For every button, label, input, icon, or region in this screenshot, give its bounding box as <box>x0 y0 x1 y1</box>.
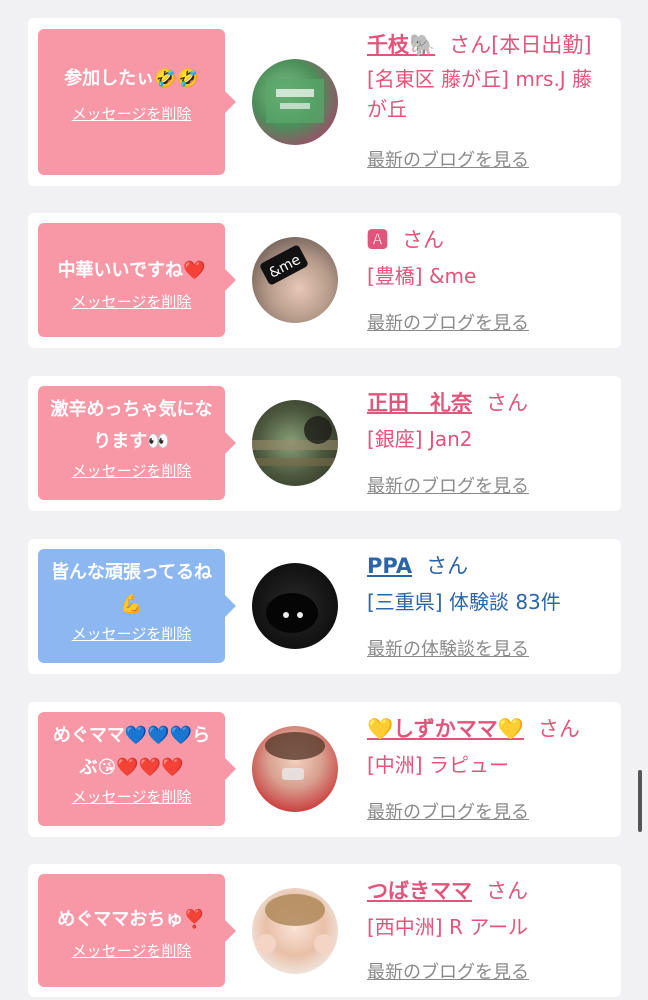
girl-name-link[interactable]: 正田 礼奈 <box>367 391 472 415</box>
message-text: 激辛めっちゃ気になります👀 <box>50 399 213 452</box>
message-bubble: めぐママおちゅ❣️ メッセージを削除 <box>38 874 236 987</box>
delete-message-link[interactable]: メッセージを削除 <box>72 460 192 481</box>
girl-name-link[interactable]: PPA <box>367 554 412 578</box>
message-bubble: めぐママ💙💙💙らぶ😘❤️❤️❤️ メッセージを削除 <box>38 712 236 826</box>
avatar-image <box>266 79 324 123</box>
delete-message-link[interactable]: メッセージを削除 <box>72 940 192 961</box>
avatar-image <box>256 894 334 954</box>
message-text: めぐママ💙💙💙らぶ😘❤️❤️❤️ <box>52 725 211 778</box>
latest-blog-link[interactable]: 最新のブログを見る <box>367 309 529 335</box>
shop-location: [西中洲] R アール <box>367 915 529 939</box>
shop-location: [名東区 藤が丘] mrs.J 藤が丘 <box>367 67 593 121</box>
message-text: 中華いいですね❤️ <box>57 260 206 281</box>
avatar-image <box>265 732 325 780</box>
message-bubble: 皆んな頑張ってるね💪 メッセージを削除 <box>38 549 236 663</box>
shop-location: [三重県] 体験談 83件 <box>367 590 561 614</box>
message-card: 参加したぃ🤣🤣 メッセージを削除 千枝🐘 さん[本日出勤] [名東区 藤が丘] m… <box>28 18 621 186</box>
san-label: さん[本日出勤] <box>449 33 592 57</box>
san-label: さん <box>402 228 444 252</box>
avatar[interactable] <box>252 888 338 974</box>
shop-info: PPA さん [三重県] 体験談 83件 <box>367 551 611 617</box>
shop-info: つばきママ さん [西中洲] R アール <box>367 876 611 942</box>
san-label: さん <box>486 391 528 415</box>
latest-blog-link[interactable]: 最新のブログを見る <box>367 146 529 172</box>
latest-blog-link[interactable]: 最新のブログを見る <box>367 798 529 824</box>
san-label: さん <box>537 717 580 741</box>
latest-blog-link[interactable]: 最新のブログを見る <box>367 958 529 984</box>
shop-info: 正田 礼奈 さん [銀座] Jan2 <box>367 388 611 454</box>
avatar[interactable] <box>252 400 338 486</box>
latest-blog-link[interactable]: 最新のブログを見る <box>367 472 529 498</box>
avatar[interactable]: &me <box>252 237 338 323</box>
delete-message-link[interactable]: メッセージを削除 <box>72 786 192 807</box>
avatar-image: &me <box>260 245 308 285</box>
avatar-image <box>266 593 318 633</box>
scrollbar[interactable] <box>638 770 642 832</box>
message-card: 激辛めっちゃ気になります👀 メッセージを削除 正田 礼奈 さん [銀座] Jan2… <box>28 376 621 511</box>
delete-message-link[interactable]: メッセージを削除 <box>72 103 192 124</box>
message-card: 中華いいですね❤️ メッセージを削除 &me 🅰 さん [豊橋] &me 最新のブ… <box>28 213 621 348</box>
avatar[interactable] <box>252 726 338 812</box>
message-text: 皆んな頑張ってるね💪 <box>50 562 213 615</box>
message-card: めぐママおちゅ❣️ メッセージを削除 つばきママ さん [西中洲] R アール 最… <box>28 864 621 997</box>
girl-name-link[interactable]: 千枝🐘 <box>367 33 435 57</box>
girl-name-link[interactable]: 🅰 <box>367 228 388 252</box>
shop-location: [豊橋] &me <box>367 264 477 288</box>
delete-message-link[interactable]: メッセージを削除 <box>72 291 192 312</box>
latest-reviews-link[interactable]: 最新の体験談を見る <box>367 635 529 661</box>
shop-info: 💛しずかママ💛 さん [中洲] ラピュー <box>367 714 611 780</box>
shop-location: [銀座] Jan2 <box>367 427 473 451</box>
message-text: めぐママおちゅ❣️ <box>57 909 206 930</box>
san-label: さん <box>426 554 469 578</box>
message-card: 皆んな頑張ってるね💪 メッセージを削除 PPA さん [三重県] 体験談 83件 … <box>28 539 621 674</box>
avatar-image <box>252 416 338 466</box>
avatar[interactable] <box>252 563 338 649</box>
san-label: さん <box>486 879 528 903</box>
message-bubble: 激辛めっちゃ気になります👀 メッセージを削除 <box>38 386 236 500</box>
girl-name-link[interactable]: 💛しずかママ💛 <box>367 717 524 741</box>
shop-info: 🅰 さん [豊橋] &me <box>367 225 611 291</box>
girl-name-link[interactable]: つばきママ <box>367 879 472 903</box>
avatar[interactable] <box>252 59 338 145</box>
message-card: めぐママ💙💙💙らぶ😘❤️❤️❤️ メッセージを削除 💛しずかママ💛 さん [中洲]… <box>28 702 621 837</box>
message-text: 参加したぃ🤣🤣 <box>64 68 199 89</box>
shop-location: [中洲] ラピュー <box>367 753 509 777</box>
shop-info: 千枝🐘 さん[本日出勤] [名東区 藤が丘] mrs.J 藤が丘 <box>367 30 611 124</box>
message-bubble: 中華いいですね❤️ メッセージを削除 <box>38 223 236 337</box>
message-bubble: 参加したぃ🤣🤣 メッセージを削除 <box>38 29 236 175</box>
delete-message-link[interactable]: メッセージを削除 <box>72 623 192 644</box>
